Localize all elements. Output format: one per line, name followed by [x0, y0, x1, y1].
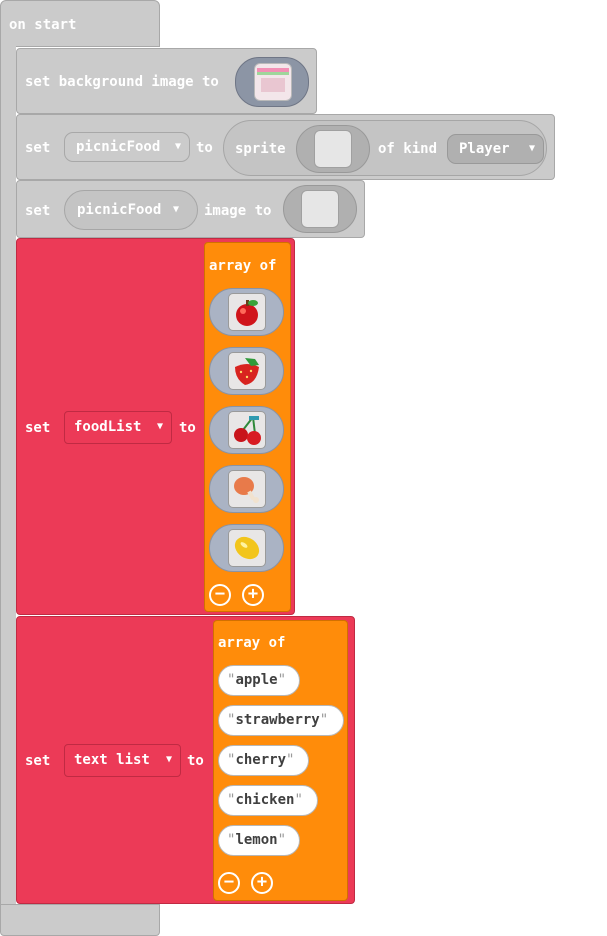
set-sprite-block[interactable]: set picnicFood ▼ to sprite of kind Player… [16, 114, 555, 180]
string-item[interactable]: "apple" [218, 665, 300, 696]
string-value: strawberry [235, 712, 320, 728]
add-item-button[interactable]: + [251, 872, 273, 894]
chevron-down-icon: ▼ [165, 754, 172, 765]
set-image-block[interactable]: set picnicFood ▼ image to [16, 180, 365, 238]
array-of-label: array of [209, 258, 277, 274]
add-item-button[interactable]: + [242, 584, 264, 606]
string-item[interactable]: "lemon" [218, 825, 300, 856]
set-label: set [25, 753, 51, 769]
on-start-bottom [0, 904, 160, 936]
string-item[interactable]: "cherry" [218, 745, 309, 776]
on-start-block[interactable]: on start [0, 0, 160, 47]
image-to-label: image to [204, 203, 272, 219]
set-textlist-block[interactable]: set text list ▼ to array of "apple" "stra… [16, 616, 355, 904]
background-thumbnail-icon [254, 63, 292, 101]
remove-item-button[interactable]: − [218, 872, 240, 894]
to-label: to [187, 753, 204, 769]
variable-name: foodList [74, 419, 142, 435]
on-start-label: on start [9, 17, 77, 33]
chevron-down-icon: ▼ [528, 143, 535, 154]
string-value: apple [235, 672, 278, 688]
food-image-slot[interactable] [209, 406, 284, 454]
sprite-label: sprite [235, 141, 286, 157]
blank-image-icon [314, 130, 352, 168]
set-label: set [25, 420, 51, 436]
food-image-slot[interactable] [209, 524, 284, 572]
string-item[interactable]: "chicken" [218, 785, 318, 816]
apple-icon [228, 293, 266, 331]
image-slot[interactable] [283, 185, 357, 233]
picnicfood-variable-pill[interactable]: picnicFood ▼ [64, 190, 198, 230]
sprite-create-block[interactable]: sprite of kind Player ▼ [223, 120, 547, 176]
array-of-label: array of [218, 635, 286, 651]
string-item[interactable]: "strawberry" [218, 705, 344, 736]
on-start-arm [0, 46, 16, 906]
variable-name: picnicFood [77, 202, 162, 218]
variable-name: text list [74, 752, 150, 768]
kind-dropdown[interactable]: Player ▼ [447, 134, 544, 164]
remove-item-button[interactable]: − [209, 584, 231, 606]
variable-name: picnicFood [76, 139, 161, 155]
food-image-slot[interactable] [209, 465, 284, 513]
picnicfood-dropdown[interactable]: picnicFood ▼ [64, 132, 190, 162]
food-array-block[interactable]: array of − + [204, 242, 291, 612]
chevron-down-icon: ▼ [156, 421, 163, 432]
string-value: cherry [235, 752, 287, 768]
lemon-icon [228, 529, 266, 567]
chevron-down-icon: ▼ [173, 204, 180, 215]
background-image-slot[interactable] [235, 57, 309, 107]
sprite-image-slot[interactable] [296, 125, 370, 173]
kind-value: Player [459, 141, 510, 157]
to-label: to [196, 140, 213, 156]
food-image-slot[interactable] [209, 347, 284, 395]
set-background-block[interactable]: set background image to [16, 48, 317, 114]
string-value: lemon [235, 832, 278, 848]
cherry-icon [228, 411, 266, 449]
chicken-icon [228, 470, 266, 508]
to-label: to [179, 420, 196, 436]
of-kind-label: of kind [378, 141, 438, 157]
foodlist-dropdown[interactable]: foodList ▼ [64, 411, 172, 444]
blank-image-icon [301, 190, 339, 228]
text-array-block[interactable]: array of "apple" "strawberry" "cherry" "… [213, 620, 348, 901]
set-background-label: set background image to [25, 74, 219, 90]
set-foodlist-block[interactable]: set foodList ▼ to array of − + [16, 238, 295, 615]
string-value: chicken [235, 792, 295, 808]
chevron-down-icon: ▼ [174, 141, 181, 152]
set-label: set [25, 140, 51, 156]
set-label: set [25, 203, 51, 219]
food-image-slot[interactable] [209, 288, 284, 336]
textlist-dropdown[interactable]: text list ▼ [64, 744, 181, 777]
strawberry-icon [228, 352, 266, 390]
